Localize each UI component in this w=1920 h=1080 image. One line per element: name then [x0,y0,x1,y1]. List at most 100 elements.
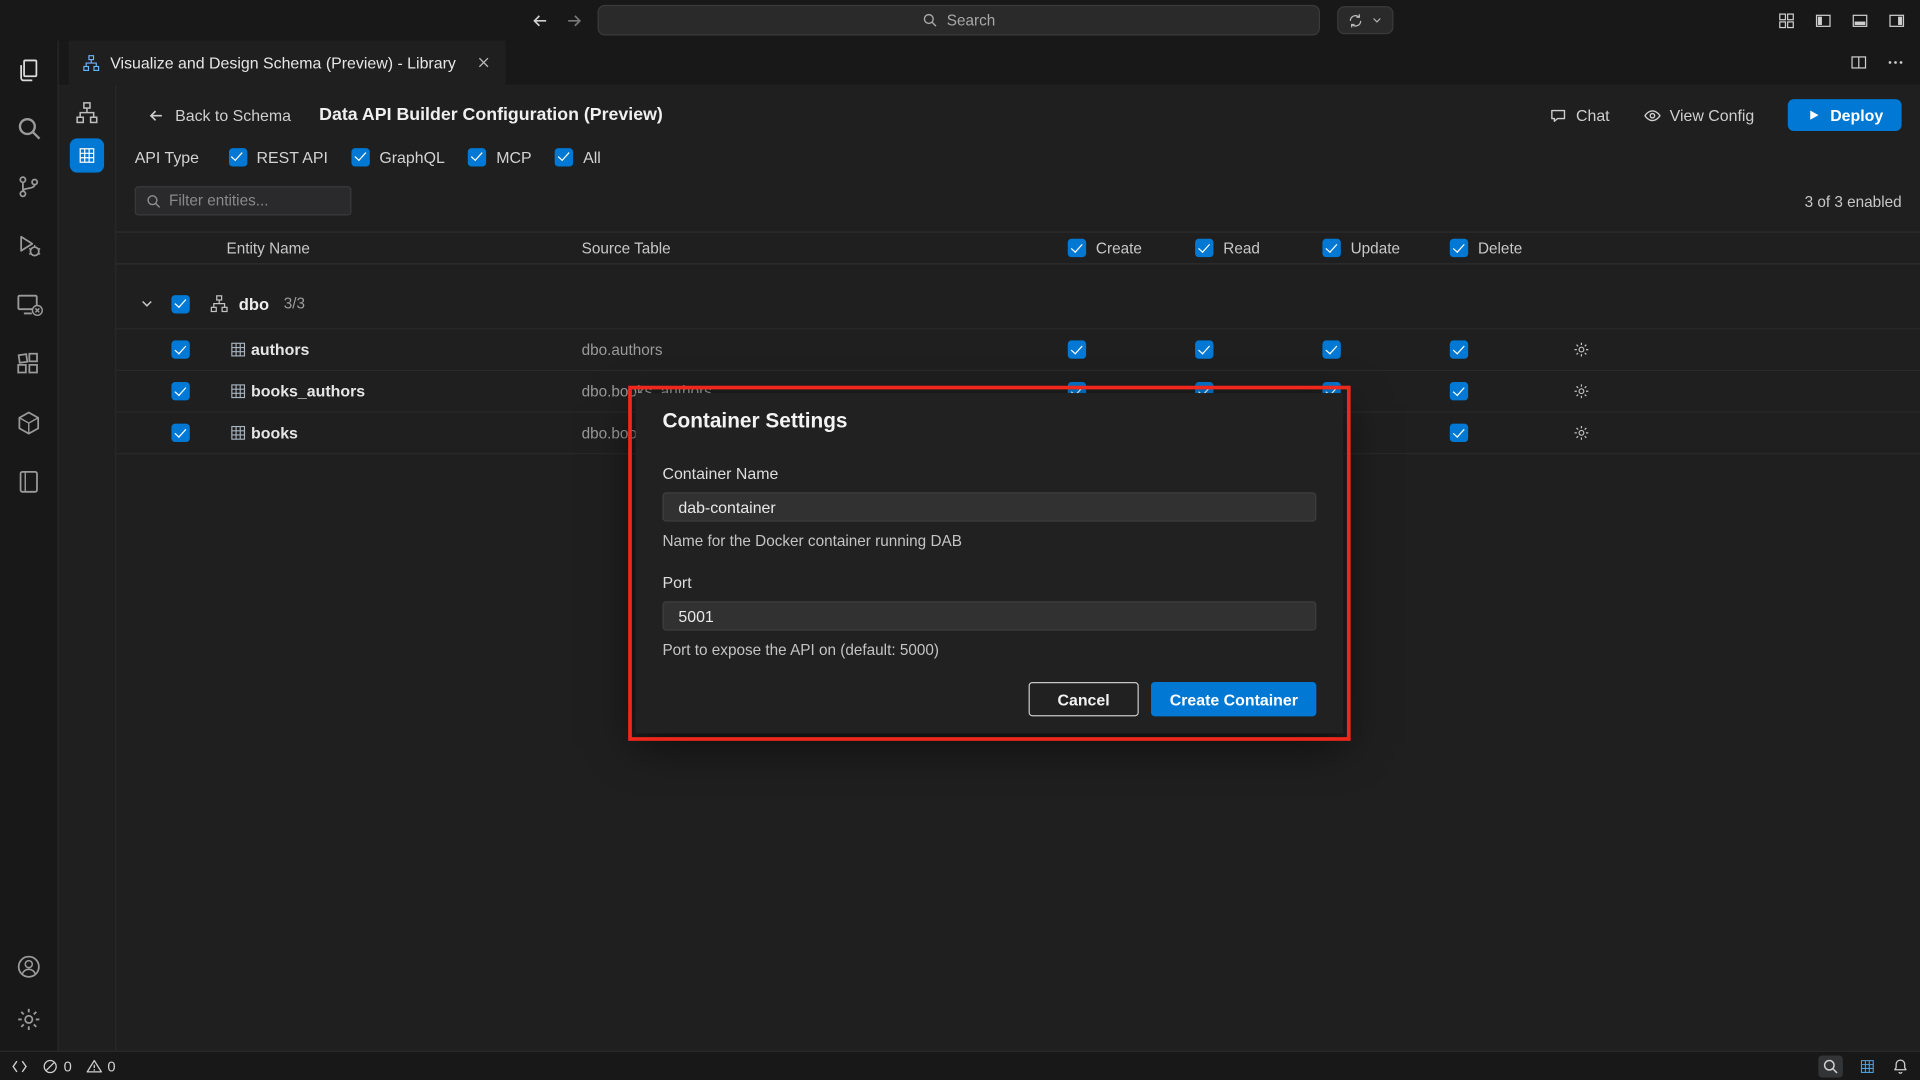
explorer-icon[interactable] [15,56,43,84]
back-label: Back to Schema [175,106,291,124]
entity-settings-gear-icon[interactable] [1572,340,1590,358]
entity-settings-gear-icon[interactable] [1572,382,1590,400]
close-icon[interactable] [475,54,492,71]
mcp-checkbox[interactable] [468,148,486,166]
delete-all-checkbox[interactable] [1450,239,1468,257]
entity-name: books [251,413,298,455]
editor-tab-bar: Visualize and Design Schema (Preview) - … [59,40,1920,84]
source-control-icon[interactable] [15,173,43,201]
create-all-checkbox[interactable] [1068,239,1086,257]
zoom-magnifier-icon [1822,1057,1839,1074]
container-settings-dialog: Container Settings Container Name Name f… [636,393,1344,733]
entity-settings-gear-icon[interactable] [1572,424,1590,442]
deploy-button[interactable]: Deploy [1787,99,1901,131]
warning-icon [85,1057,102,1074]
problems-errors[interactable]: 0 [42,1057,72,1074]
table-row-authors: authors dbo.authors [116,329,1920,371]
dab-config-view-button[interactable] [70,138,104,172]
row-checkbox[interactable] [171,382,189,400]
filter-mcp[interactable]: MCP [468,148,532,166]
col-read-label: Read [1223,239,1260,256]
designer-tool-rail [59,84,117,1050]
filter-search-icon [146,193,162,209]
all-checkbox[interactable] [555,148,573,166]
split-editor-icon[interactable] [1849,53,1869,73]
deploy-label: Deploy [1830,106,1883,124]
entity-filter-input[interactable] [169,192,340,209]
run-debug-icon[interactable] [15,231,43,259]
problems-warnings[interactable]: 0 [85,1057,115,1074]
container-name-input[interactable] [662,492,1316,521]
col-source-table: Source Table [582,233,671,264]
port-input[interactable] [662,601,1316,630]
graphql-checkbox[interactable] [351,148,369,166]
back-to-schema-link[interactable]: Back to Schema [147,106,291,124]
group-count: 3/3 [284,295,305,312]
layout-dropdown-button[interactable] [1337,6,1393,34]
more-actions-icon[interactable] [1886,53,1906,73]
container-name-label: Container Name [662,464,1316,482]
row-checkbox[interactable] [171,424,189,442]
zoom-indicator[interactable] [1818,1055,1842,1077]
port-label: Port [662,573,1316,591]
search-icon [922,12,938,28]
forward-arrow-icon[interactable] [564,10,584,30]
delete-checkbox[interactable] [1450,424,1468,442]
search-sidebar-icon[interactable] [15,115,42,142]
accounts-icon[interactable] [15,953,43,981]
page-title: Data API Builder Configuration (Preview) [319,105,663,125]
notifications[interactable] [1892,1057,1909,1074]
filter-graphql[interactable]: GraphQL [351,148,445,166]
search-label: Search [947,12,996,29]
extensions-icon[interactable] [15,350,43,378]
filter-rest-api[interactable]: REST API [228,148,328,166]
rest-api-checkbox[interactable] [228,148,246,166]
row-checkbox[interactable] [171,340,189,358]
schema-designer-icon [82,53,100,71]
table-icon [229,424,247,442]
chevron-down-icon [1370,13,1383,26]
toggle-secondary-sidebar-icon[interactable] [1887,10,1907,30]
remote-explorer-icon[interactable] [14,290,43,319]
update-checkbox[interactable] [1322,340,1340,358]
command-center-search[interactable]: Search [598,5,1320,36]
settings-gear-icon[interactable] [15,1005,43,1033]
create-container-button[interactable]: Create Container [1151,682,1316,716]
customize-layout-icon[interactable] [1777,10,1797,30]
collapse-chevron-icon[interactable] [138,295,155,312]
back-arrow-icon[interactable] [530,10,550,30]
status-bar: 0 0 [0,1051,1920,1080]
cancel-button[interactable]: Cancel [1028,682,1139,716]
delete-checkbox[interactable] [1450,382,1468,400]
database-projects-icon[interactable] [15,409,43,437]
read-all-checkbox[interactable] [1195,239,1213,257]
tab-visualize-design-schema[interactable]: Visualize and Design Schema (Preview) - … [69,40,506,84]
group-name: dbo [239,294,269,312]
entity-name: books_authors [251,371,365,413]
filter-all[interactable]: All [555,148,601,166]
create-checkbox[interactable] [1068,340,1086,358]
titlebar: Search [0,0,1920,40]
view-config-button[interactable]: View Config [1643,106,1755,124]
entity-name: authors [251,329,309,371]
delete-checkbox[interactable] [1450,340,1468,358]
mcp-label: MCP [496,148,531,166]
update-all-checkbox[interactable] [1322,239,1340,257]
container-name-help: Name for the Docker container running DA… [662,533,1316,550]
remote-indicator-icon[interactable] [11,1057,28,1074]
toggle-sidebar-icon[interactable] [1813,10,1833,30]
col-create-label: Create [1096,239,1142,256]
read-checkbox[interactable] [1195,340,1213,358]
col-delete-label: Delete [1478,239,1522,256]
chat-button[interactable]: Chat [1549,106,1610,124]
group-checkbox[interactable] [171,294,189,312]
source-table: dbo.authors [582,329,663,371]
notebooks-icon[interactable] [15,468,43,496]
tab-title: Visualize and Design Schema (Preview) - … [110,53,456,71]
error-icon [42,1057,59,1074]
extension-status[interactable] [1859,1057,1876,1074]
schema-view-icon[interactable] [75,100,99,124]
toggle-panel-icon[interactable] [1850,10,1870,30]
eye-icon [1643,106,1661,124]
table-icon [229,382,247,400]
